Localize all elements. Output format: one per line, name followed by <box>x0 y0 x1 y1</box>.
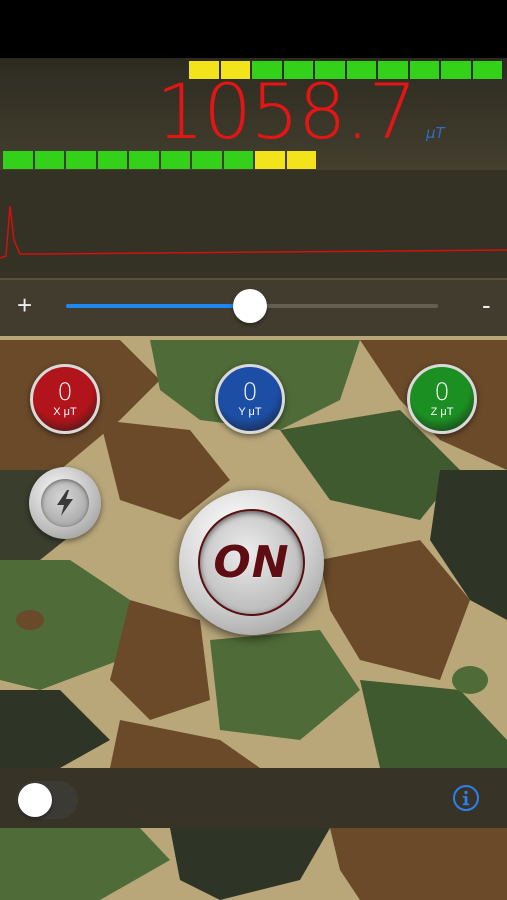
sensitivity-slider-fill <box>66 304 249 308</box>
bottom-level-segment <box>476 151 506 169</box>
flash-button-face <box>41 479 89 527</box>
status-bar <box>0 0 507 58</box>
bottom-level-segment <box>381 151 411 169</box>
top-level-segment <box>0 61 30 79</box>
increase-sensitivity-label[interactable]: + <box>17 292 32 318</box>
y-axis-reading-button[interactable]: 0 Y μT <box>215 364 285 434</box>
top-level-segment <box>441 61 471 79</box>
info-icon[interactable] <box>452 784 480 812</box>
decrease-sensitivity-label[interactable]: - <box>482 292 491 318</box>
bottom-level-segment <box>286 151 316 169</box>
sensitivity-slider-thumb[interactable] <box>233 289 267 323</box>
bottom-level-segment <box>318 151 348 169</box>
top-level-segment <box>32 61 62 79</box>
x-axis-reading-button[interactable]: 0 X μT <box>30 364 100 434</box>
lightning-bolt-icon <box>57 490 73 516</box>
bottom-level-segment <box>160 151 190 169</box>
top-level-segment <box>126 61 156 79</box>
level-bar-bottom <box>3 151 505 169</box>
bottom-level-segment <box>129 151 159 169</box>
z-axis-reading-button[interactable]: 0 Z μT <box>407 364 477 434</box>
y-axis-label: Y μT <box>238 406 262 418</box>
flash-button[interactable] <box>29 467 101 539</box>
field-history-graph <box>0 170 507 278</box>
x-axis-label: X μT <box>53 406 77 418</box>
bottom-level-segment <box>413 151 443 169</box>
bottom-level-segment <box>34 151 64 169</box>
bottom-level-segment <box>223 151 253 169</box>
y-axis-value: 0 <box>242 378 258 406</box>
power-button-face: ON <box>198 509 305 616</box>
reading-unit: μT <box>426 124 445 142</box>
toggle-knob <box>18 783 52 817</box>
z-axis-value: 0 <box>434 378 450 406</box>
power-on-button[interactable]: ON <box>179 490 324 635</box>
bottom-level-segment <box>444 151 474 169</box>
field-reading: 1058.7 <box>156 67 417 156</box>
x-axis-value: 0 <box>57 378 73 406</box>
magnetometer-screen: 1058.7 μT + - 0 X μT 0 Y μT 0 Z μT ON <box>0 0 507 900</box>
bottom-level-segment <box>192 151 222 169</box>
power-button-label: ON <box>213 537 290 588</box>
z-axis-label: Z μT <box>430 406 454 418</box>
bottom-level-segment <box>97 151 127 169</box>
top-level-segment <box>95 61 125 79</box>
bottom-level-segment <box>66 151 96 169</box>
top-level-segment <box>472 61 502 79</box>
bottom-level-segment <box>350 151 380 169</box>
bottom-level-segment <box>3 151 33 169</box>
top-level-segment <box>63 61 93 79</box>
bottom-level-segment <box>255 151 285 169</box>
sound-toggle[interactable] <box>16 781 78 819</box>
